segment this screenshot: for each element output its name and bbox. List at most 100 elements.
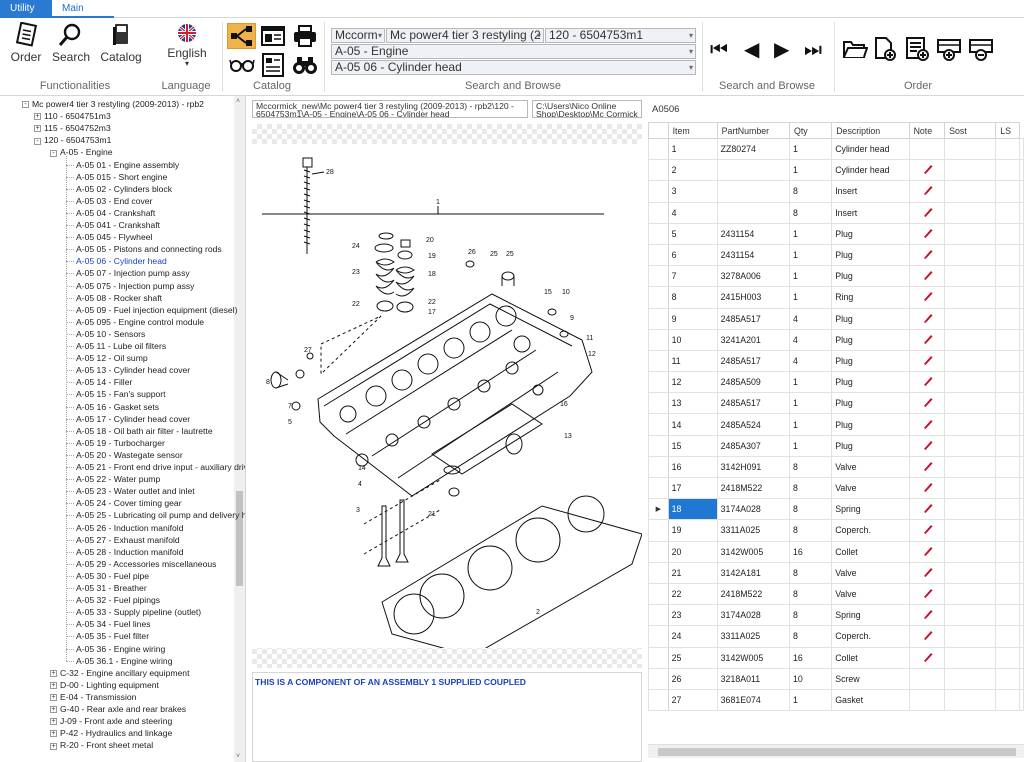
expand-icon[interactable]: + [34, 113, 41, 121]
table-row[interactable]: 23 3174A028 8 Spring [648, 604, 1024, 627]
pencil-note-icon[interactable] [922, 227, 934, 241]
ls-cell[interactable] [995, 159, 1020, 182]
table-row[interactable]: 2 1 Cylinder head [648, 159, 1024, 182]
description-cell[interactable]: Collet [831, 540, 910, 563]
search-button[interactable]: Search [52, 22, 90, 64]
tree-view-button[interactable] [227, 23, 256, 49]
qty-cell[interactable]: 4 [788, 328, 833, 351]
ls-cell[interactable] [995, 667, 1020, 690]
qty-cell[interactable]: 1 [788, 413, 833, 436]
note-cell[interactable] [908, 476, 946, 500]
pencil-note-icon[interactable] [922, 481, 934, 495]
item-cell[interactable]: 12 [667, 371, 718, 394]
tree-table-item[interactable]: A-05 29 - Accessories miscellaneous [76, 558, 216, 570]
qty-cell[interactable]: 1 [788, 392, 833, 415]
ls-cell[interactable] [995, 243, 1020, 267]
table-row[interactable]: 26 3218A011 10 Screw [648, 667, 1024, 690]
row-header[interactable] [648, 561, 669, 584]
note-cell[interactable] [908, 265, 946, 288]
sost-cell[interactable] [944, 371, 997, 394]
tree-table-item[interactable]: A-05 19 - Turbocharger [76, 437, 165, 449]
sost-cell[interactable] [944, 137, 997, 161]
part-number-cell[interactable]: 2485A517 [716, 349, 790, 373]
row-header[interactable] [648, 667, 669, 690]
table-row[interactable]: 14 2485A524 1 Plug [648, 413, 1024, 436]
part-number-cell[interactable]: 2485A307 [716, 434, 790, 457]
expand-icon[interactable]: + [50, 694, 57, 702]
ls-cell[interactable] [995, 476, 1020, 500]
pencil-note-icon[interactable] [922, 439, 934, 453]
item-cell[interactable]: 21 [667, 561, 718, 584]
part-number-cell[interactable]: 3174A028 [716, 498, 790, 521]
row-header[interactable] [648, 540, 669, 563]
part-number-cell[interactable] [716, 180, 790, 203]
sost-cell[interactable] [944, 455, 997, 479]
sost-cell[interactable] [944, 688, 997, 712]
sost-cell[interactable] [944, 159, 997, 182]
collapse-icon[interactable]: - [34, 137, 41, 145]
expand-icon[interactable]: + [50, 706, 57, 714]
part-number-cell[interactable]: 3218A011 [716, 667, 790, 690]
tree-table-item[interactable]: A-05 015 - Short engine [76, 171, 167, 183]
tree-table-item[interactable]: A-05 08 - Rocker shaft [76, 292, 162, 304]
ls-cell[interactable] [995, 137, 1020, 161]
description-cell[interactable]: Plug [831, 222, 910, 245]
tree-table-item[interactable]: A-05 22 - Water pump [76, 473, 160, 485]
qty-cell[interactable]: 1 [788, 222, 833, 245]
ls-cell[interactable] [995, 328, 1020, 351]
item-cell[interactable]: 3 [667, 180, 718, 203]
note-cell[interactable] [908, 455, 946, 479]
tree-table-item[interactable]: A-05 095 - Engine control module [76, 316, 204, 328]
qty-cell[interactable]: 8 [788, 455, 833, 479]
item-cell[interactable]: 10 [667, 328, 718, 351]
extra-cell[interactable] [1019, 286, 1024, 309]
description-cell[interactable]: Spring [831, 498, 910, 521]
item-cell[interactable]: 6 [667, 243, 718, 267]
note-cell[interactable] [908, 137, 946, 161]
sost-cell[interactable] [944, 222, 997, 245]
pencil-note-icon[interactable] [922, 290, 934, 304]
part-number-cell[interactable]: 3142A181 [716, 561, 790, 584]
tree-table-item[interactable]: A-05 13 - Cylinder head cover [76, 364, 190, 376]
row-header[interactable] [648, 243, 669, 267]
tree-serial[interactable]: +115 - 6504752m3 [34, 122, 111, 134]
open-order-button[interactable] [842, 38, 869, 65]
description-cell[interactable]: Insert [831, 201, 910, 224]
pencil-note-icon[interactable] [922, 206, 934, 220]
table-row[interactable]: 25 3142W005 16 Collet [648, 646, 1024, 669]
expand-icon[interactable]: + [50, 682, 57, 690]
order-button[interactable]: Order [8, 22, 44, 64]
part-number-cell[interactable]: 2485A509 [716, 371, 790, 394]
item-cell[interactable]: 19 [667, 519, 718, 542]
ls-cell[interactable] [995, 307, 1020, 330]
language-dropdown[interactable]: English ▾ [164, 22, 210, 68]
expand-icon[interactable]: + [50, 730, 57, 738]
description-cell[interactable]: Plug [831, 434, 910, 457]
qty-cell[interactable]: 1 [788, 243, 833, 267]
table-row[interactable]: 12 2485A509 1 Plug [648, 371, 1024, 394]
tree-scrollbar-thumb[interactable] [236, 491, 243, 586]
note-cell[interactable] [908, 582, 946, 606]
description-cell[interactable]: Plug [831, 265, 910, 288]
tree-table-item[interactable]: A-05 16 - Gasket sets [76, 401, 159, 413]
extra-cell[interactable] [1019, 540, 1024, 563]
extra-cell[interactable] [1019, 561, 1024, 584]
part-number-cell[interactable]: 2431154 [716, 243, 790, 267]
description-cell[interactable]: Plug [831, 349, 910, 373]
qty-cell[interactable]: 16 [788, 646, 833, 669]
table-row[interactable]: 16 3142H091 8 Valve [648, 455, 1024, 479]
part-number-cell[interactable] [716, 201, 790, 224]
tree-table-item[interactable]: A-05 06 - Cylinder head [76, 255, 167, 267]
ls-cell[interactable] [995, 349, 1020, 373]
row-header[interactable] [648, 286, 669, 309]
note-cell[interactable] [908, 646, 946, 669]
qty-cell[interactable]: 1 [788, 434, 833, 457]
row-header[interactable] [648, 455, 669, 479]
pencil-note-icon[interactable] [922, 375, 934, 389]
item-cell[interactable]: 24 [667, 625, 718, 648]
grid-horizontal-scrollbar[interactable] [648, 744, 1024, 758]
qty-cell[interactable]: 1 [788, 265, 833, 288]
tree-table-item[interactable]: A-05 35 - Fuel filter [76, 630, 149, 642]
sost-cell[interactable] [944, 180, 997, 203]
ls-cell[interactable] [995, 561, 1020, 584]
